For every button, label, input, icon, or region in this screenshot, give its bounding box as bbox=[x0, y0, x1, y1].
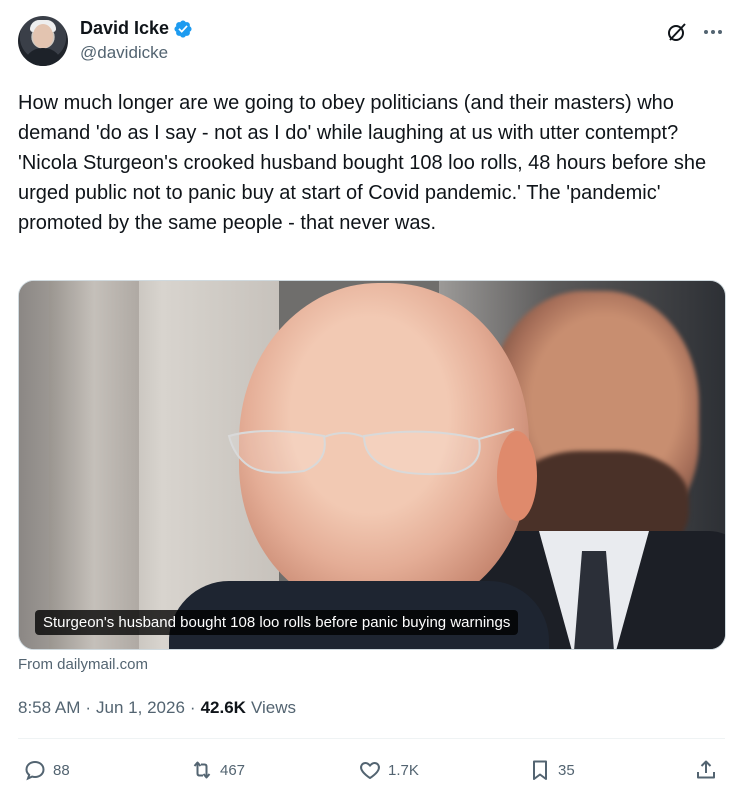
bookmark-count: 35 bbox=[558, 761, 575, 779]
avatar[interactable] bbox=[18, 16, 68, 66]
share-icon bbox=[697, 760, 715, 779]
tweet-text: How much longer are we going to obey pol… bbox=[18, 92, 707, 234]
verified-badge-icon bbox=[174, 19, 192, 38]
like-button[interactable]: 1.7K bbox=[358, 758, 419, 782]
tweet-date[interactable]: Jun 1, 2026 bbox=[96, 698, 185, 718]
card-source[interactable]: From dailymail.com bbox=[18, 656, 148, 673]
tweet-time[interactable]: 8:58 AM bbox=[18, 698, 80, 718]
glasses-graphic bbox=[227, 428, 515, 476]
action-bar: 88 467 1.7K 35 bbox=[18, 758, 725, 788]
author-info: David Icke @davidicke bbox=[80, 18, 193, 63]
grok-icon[interactable] bbox=[665, 20, 689, 44]
author-handle[interactable]: @davidicke bbox=[80, 43, 193, 63]
views-count: 42.6K bbox=[200, 698, 246, 717]
views-label: Views bbox=[250, 698, 296, 717]
author-display-name[interactable]: David Icke bbox=[80, 18, 169, 39]
repost-icon bbox=[193, 761, 211, 779]
share-button[interactable] bbox=[694, 758, 718, 782]
card-caption: Sturgeon's husband bought 108 loo rolls … bbox=[35, 610, 519, 635]
more-icon[interactable] bbox=[701, 20, 725, 44]
tweet-header: David Icke @davidicke bbox=[18, 16, 725, 68]
like-count: 1.7K bbox=[388, 761, 419, 779]
link-card-image[interactable]: Sturgeon's husband bought 108 loo rolls … bbox=[18, 280, 726, 650]
repost-count: 467 bbox=[220, 761, 246, 779]
bookmark-icon bbox=[533, 760, 547, 780]
divider bbox=[18, 738, 725, 739]
reply-icon bbox=[25, 760, 45, 781]
reply-button[interactable]: 88 bbox=[23, 758, 70, 782]
bookmark-button[interactable]: 35 bbox=[528, 758, 575, 782]
separator: · bbox=[189, 698, 196, 717]
repost-button[interactable]: 467 bbox=[190, 758, 245, 782]
tweet-meta: 8:58 AM · Jun 1, 2026 · 42.6K Views bbox=[18, 698, 296, 718]
separator: · bbox=[85, 698, 92, 717]
heart-icon bbox=[360, 762, 380, 779]
reply-count: 88 bbox=[53, 761, 70, 779]
